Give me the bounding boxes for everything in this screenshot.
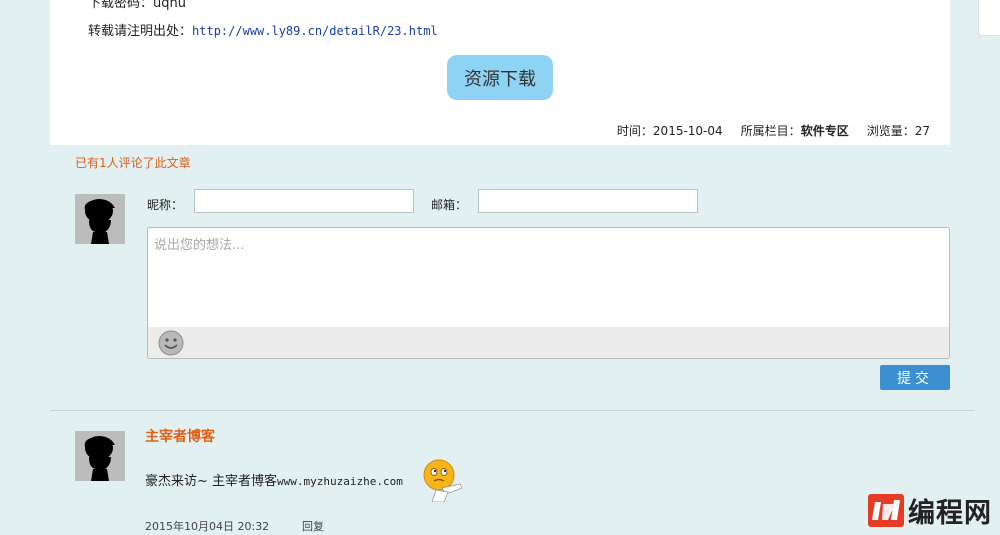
submit-button[interactable]: 提交 xyxy=(880,365,950,390)
comment-editor xyxy=(147,227,950,359)
nickname-label: 昵称： xyxy=(147,198,184,212)
comment-text: 豪杰来访~ 主宰者博客 xyxy=(145,474,278,489)
email-label: 邮箱： xyxy=(431,198,468,212)
comment-author[interactable]: 主宰者博客 xyxy=(145,426,215,446)
views-label: 浏览量： xyxy=(866,124,915,138)
emoji-toolbar xyxy=(148,327,949,358)
watermark-text: 编程网 xyxy=(908,497,992,529)
silhouette-avatar-icon xyxy=(75,431,125,481)
section-divider xyxy=(50,410,975,411)
source-line: 转载请注明出处：http://www.ly89.cn/detailR/23.ht… xyxy=(88,20,438,39)
views-value: 27 xyxy=(914,124,930,138)
comment-textarea[interactable] xyxy=(148,228,949,328)
comment-url: www.myzhuzaizhe.com xyxy=(277,475,403,488)
right-edge-panel xyxy=(978,0,1000,36)
watermark: 编程网 xyxy=(868,492,1000,529)
download-button[interactable]: 资源下载 xyxy=(447,55,553,100)
nickname-input[interactable] xyxy=(194,189,414,213)
download-password-line: 下载密码：uqhu xyxy=(88,0,186,11)
time-value: 2015-10-04 xyxy=(652,124,723,138)
comment-count: 已有1人评论了此文章 xyxy=(75,156,191,170)
smiley-face-icon[interactable] xyxy=(158,330,184,356)
category-label: 所属栏目： xyxy=(740,124,801,138)
article-panel: 下载密码：uqhu 转载请注明出处：http://www.ly89.cn/det… xyxy=(50,0,950,145)
comment-body: 豪杰来访~ 主宰者博客www.myzhuzaizhe.com xyxy=(145,470,403,489)
comment-date: 2015年10月04日 20:32 xyxy=(145,520,270,533)
time-label: 时间： xyxy=(616,124,653,138)
silhouette-avatar-icon xyxy=(75,194,125,244)
brand-logo-icon xyxy=(868,493,904,527)
reply-link[interactable]: 回复 xyxy=(302,518,324,534)
thinking-face-icon xyxy=(422,458,464,503)
article-meta: 时间：2015-10-04 所属栏目：软件专区 浏览量：27 xyxy=(617,122,930,139)
source-label: 转载请注明出处： xyxy=(88,24,193,39)
category-value[interactable]: 软件专区 xyxy=(801,124,849,138)
email-input[interactable] xyxy=(478,189,698,213)
source-link[interactable]: http://www.ly89.cn/detailR/23.html xyxy=(192,24,438,38)
